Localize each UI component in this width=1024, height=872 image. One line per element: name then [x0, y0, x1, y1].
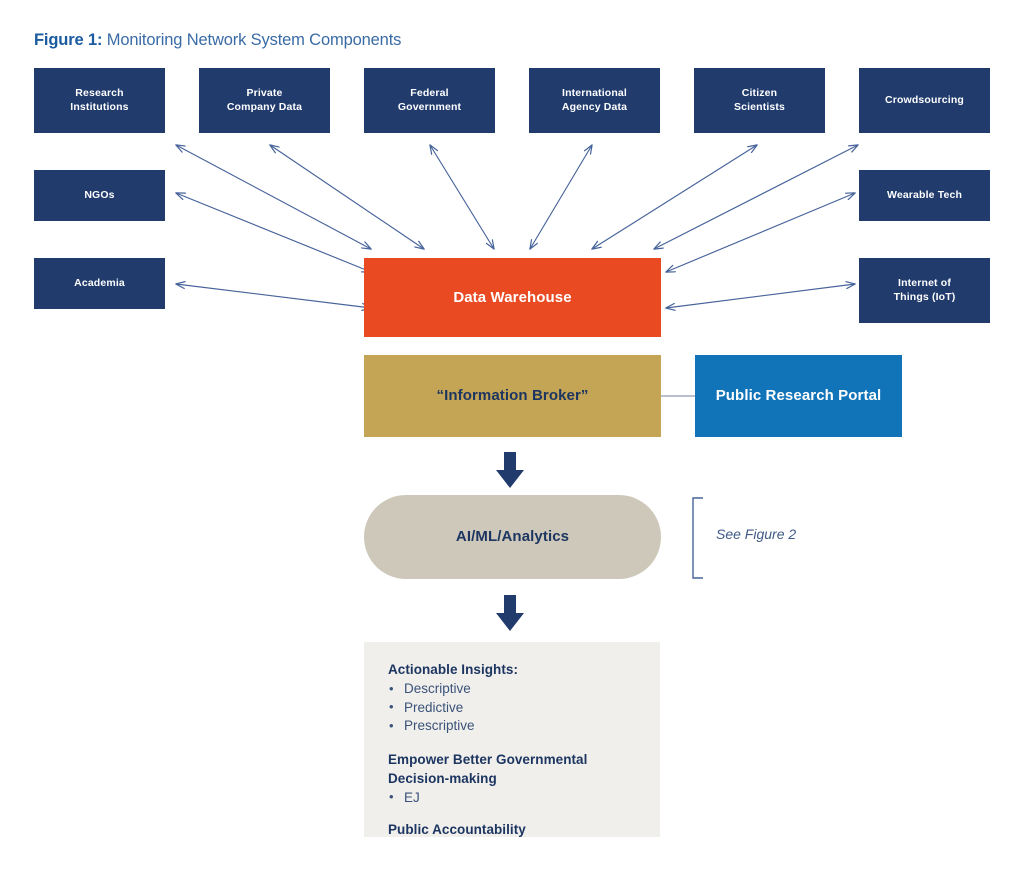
- source-box-international-agency-data[interactable]: International Agency Data: [529, 68, 660, 133]
- source-box-wearable-tech[interactable]: Wearable Tech: [859, 170, 990, 221]
- public-research-portal-label: Public Research Portal: [715, 387, 882, 405]
- link-wearable-tech: [666, 193, 855, 272]
- link-international-agency-data: [530, 145, 592, 249]
- figure-caption: Figure 1: Monitoring Network System Comp…: [34, 31, 401, 50]
- source-label: Wearable Tech: [886, 188, 963, 201]
- link-ngos: [176, 193, 371, 272]
- list-item: Descriptive: [388, 680, 660, 698]
- figure-label: Figure 1:: [34, 31, 103, 49]
- source-box-internet-of-things[interactable]: Internet of Things (IoT): [859, 258, 990, 323]
- link-research-institutions: [176, 145, 371, 249]
- source-box-private-company-data[interactable]: Private Company Data: [199, 68, 330, 133]
- data-warehouse-label: Data Warehouse: [453, 288, 572, 306]
- link-academia: [176, 284, 371, 308]
- actionable-insights-panel: Actionable Insights: Descriptive Predict…: [364, 642, 660, 837]
- link-private-company-data: [270, 145, 424, 249]
- source-label: Federal Government: [397, 86, 462, 113]
- see-figure-bracket: [692, 497, 703, 579]
- public-research-portal-box[interactable]: Public Research Portal: [695, 355, 902, 437]
- ai-ml-analytics-capsule[interactable]: AI/ML/Analytics: [364, 495, 661, 579]
- source-box-federal-government[interactable]: Federal Government: [364, 68, 495, 133]
- arrow-broker-to-analytics: [496, 452, 524, 488]
- source-label: NGOs: [84, 188, 115, 201]
- insights-heading-2-line1: Empower Better Governmental: [388, 751, 588, 767]
- information-broker-label: “Information Broker”: [436, 387, 589, 405]
- source-box-ngos[interactable]: NGOs: [34, 170, 165, 221]
- see-figure-2-note: See Figure 2: [716, 526, 797, 542]
- source-label: Academia: [74, 276, 125, 289]
- list-item: Predictive: [388, 698, 660, 717]
- source-box-academia[interactable]: Academia: [34, 258, 165, 309]
- source-label: Crowdsourcing: [885, 93, 964, 106]
- link-internet-of-things: [666, 284, 855, 308]
- insights-heading-2-line2: Decision-making: [388, 770, 497, 786]
- insights-list-2: EJ: [388, 788, 660, 807]
- arrow-analytics-to-insights: [496, 595, 524, 631]
- source-label: Research Institutions: [70, 86, 129, 113]
- link-crowdsourcing: [654, 145, 858, 249]
- source-box-citizen-scientists[interactable]: Citizen Scientists: [694, 68, 825, 133]
- figure-title-text: Monitoring Network System Components: [106, 31, 402, 49]
- link-citizen-scientists: [592, 145, 757, 249]
- source-box-research-institutions[interactable]: Research Institutions: [34, 68, 165, 133]
- data-warehouse-box[interactable]: Data Warehouse: [364, 258, 661, 337]
- insights-heading-3: Public Accountability: [388, 822, 526, 838]
- list-item: Prescriptive: [388, 717, 660, 735]
- insights-heading: Actionable Insights:: [388, 662, 519, 677]
- information-broker-box[interactable]: “Information Broker”: [364, 355, 661, 437]
- figure-diagram: Figure 1: Monitoring Network System Comp…: [0, 0, 1024, 872]
- link-federal-government: [430, 145, 494, 249]
- source-label: Internet of Things (IoT): [893, 276, 956, 303]
- list-item: EJ: [388, 788, 660, 807]
- source-box-crowdsourcing[interactable]: Crowdsourcing: [859, 68, 990, 133]
- source-label: Private Company Data: [226, 86, 303, 113]
- insights-list: Descriptive Predictive Prescriptive: [388, 680, 660, 735]
- ai-ml-analytics-label: AI/ML/Analytics: [455, 528, 570, 546]
- source-label: Citizen Scientists: [733, 86, 786, 113]
- source-label: International Agency Data: [561, 86, 628, 113]
